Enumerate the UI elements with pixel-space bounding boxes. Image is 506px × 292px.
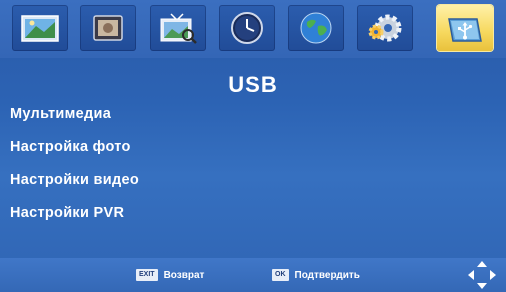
menu-item-multimedia[interactable]: Мультимедиа [10,98,139,131]
tab-time[interactable] [219,5,275,51]
tab-picture[interactable] [12,5,68,51]
usb-icon [445,11,485,45]
usb-menu: Мультимедиа Настройка фото Настройки вид… [10,98,139,230]
tab-usb[interactable] [437,5,493,51]
tab-setup[interactable] [357,5,413,51]
picture-icon [20,12,60,44]
settings-gear-icon [366,10,404,46]
tv-search-icon [157,11,199,45]
globe-icon [298,10,334,46]
photo-frame-icon [88,12,128,44]
clock-icon [229,10,265,46]
exit-key-icon: EXIT [136,269,158,281]
menu-item-photo-settings[interactable]: Настройка фото [10,131,139,164]
tab-language[interactable] [288,5,344,51]
navigation-arrows-icon [466,259,498,292]
footer-hint-bar: EXIT Возврат OK Подтвердить [0,258,506,292]
menu-item-video-settings[interactable]: Настройки видео [10,164,139,197]
category-tab-bar [0,0,506,58]
confirm-label: Подтвердить [294,269,360,281]
back-label: Возврат [163,269,205,281]
tab-photo[interactable] [80,5,136,51]
osd-screen: USB Мультимедиа Настройка фото Настройки… [0,0,506,292]
ok-key-icon: OK [272,269,289,281]
tab-channel[interactable] [150,5,206,51]
menu-item-pvr-settings[interactable]: Настройки PVR [10,197,139,230]
confirm-hint[interactable]: OK Подтвердить [272,269,360,281]
back-hint[interactable]: EXIT Возврат [136,269,204,281]
page-title: USB [228,72,278,97]
